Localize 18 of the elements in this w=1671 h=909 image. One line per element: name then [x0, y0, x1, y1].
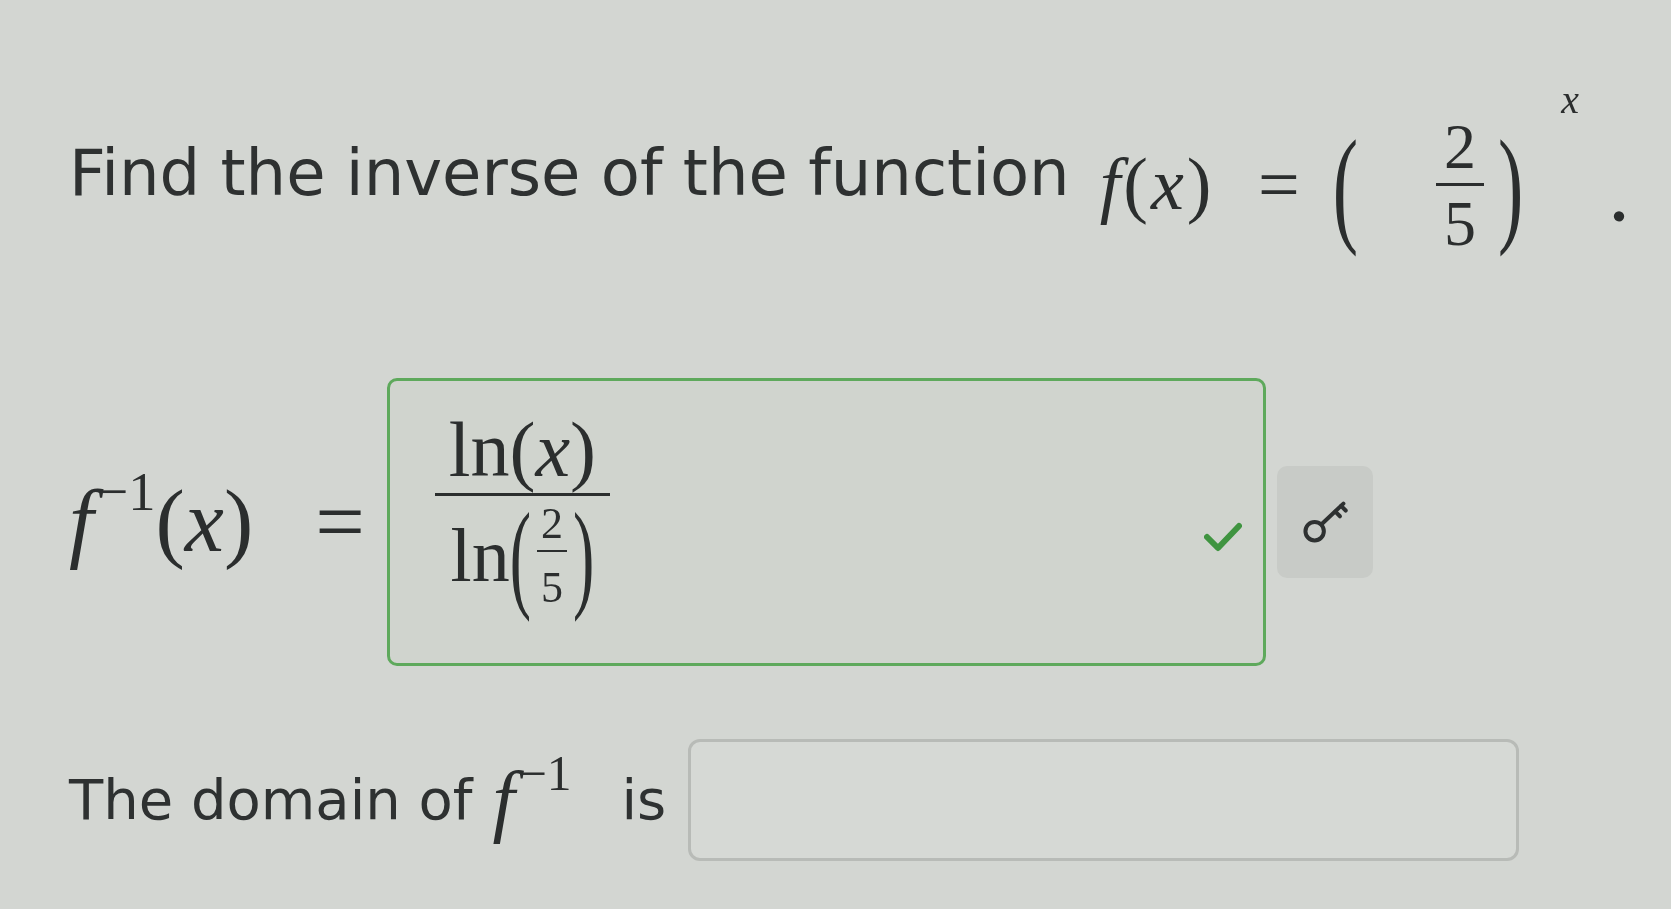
- log-function: ln: [450, 514, 510, 598]
- inverse-label: f$^{−1}$(x) =: [69, 473, 365, 571]
- domain-text: The domain of: [69, 767, 473, 833]
- exponent: x: [1561, 80, 1579, 120]
- fraction-numerator: 2: [1435, 114, 1484, 186]
- fraction-numerator: 2: [537, 502, 567, 552]
- key-button[interactable]: [1276, 466, 1373, 578]
- question-text: Find the inverse of the function: [69, 137, 1070, 211]
- parenthesis: ): [1497, 111, 1524, 258]
- parenthesis: (: [1332, 111, 1358, 258]
- period: .: [1611, 164, 1627, 236]
- domain-input[interactable]: [688, 739, 1520, 861]
- key-icon: [1301, 499, 1348, 545]
- fraction-denominator: 5: [1443, 186, 1476, 256]
- inverse-symbol: f$^{−1}$: [492, 756, 572, 844]
- equation-lhs: f(x) =: [1099, 144, 1303, 226]
- fraction-denominator: 5: [541, 562, 563, 610]
- domain-text: is: [621, 767, 667, 833]
